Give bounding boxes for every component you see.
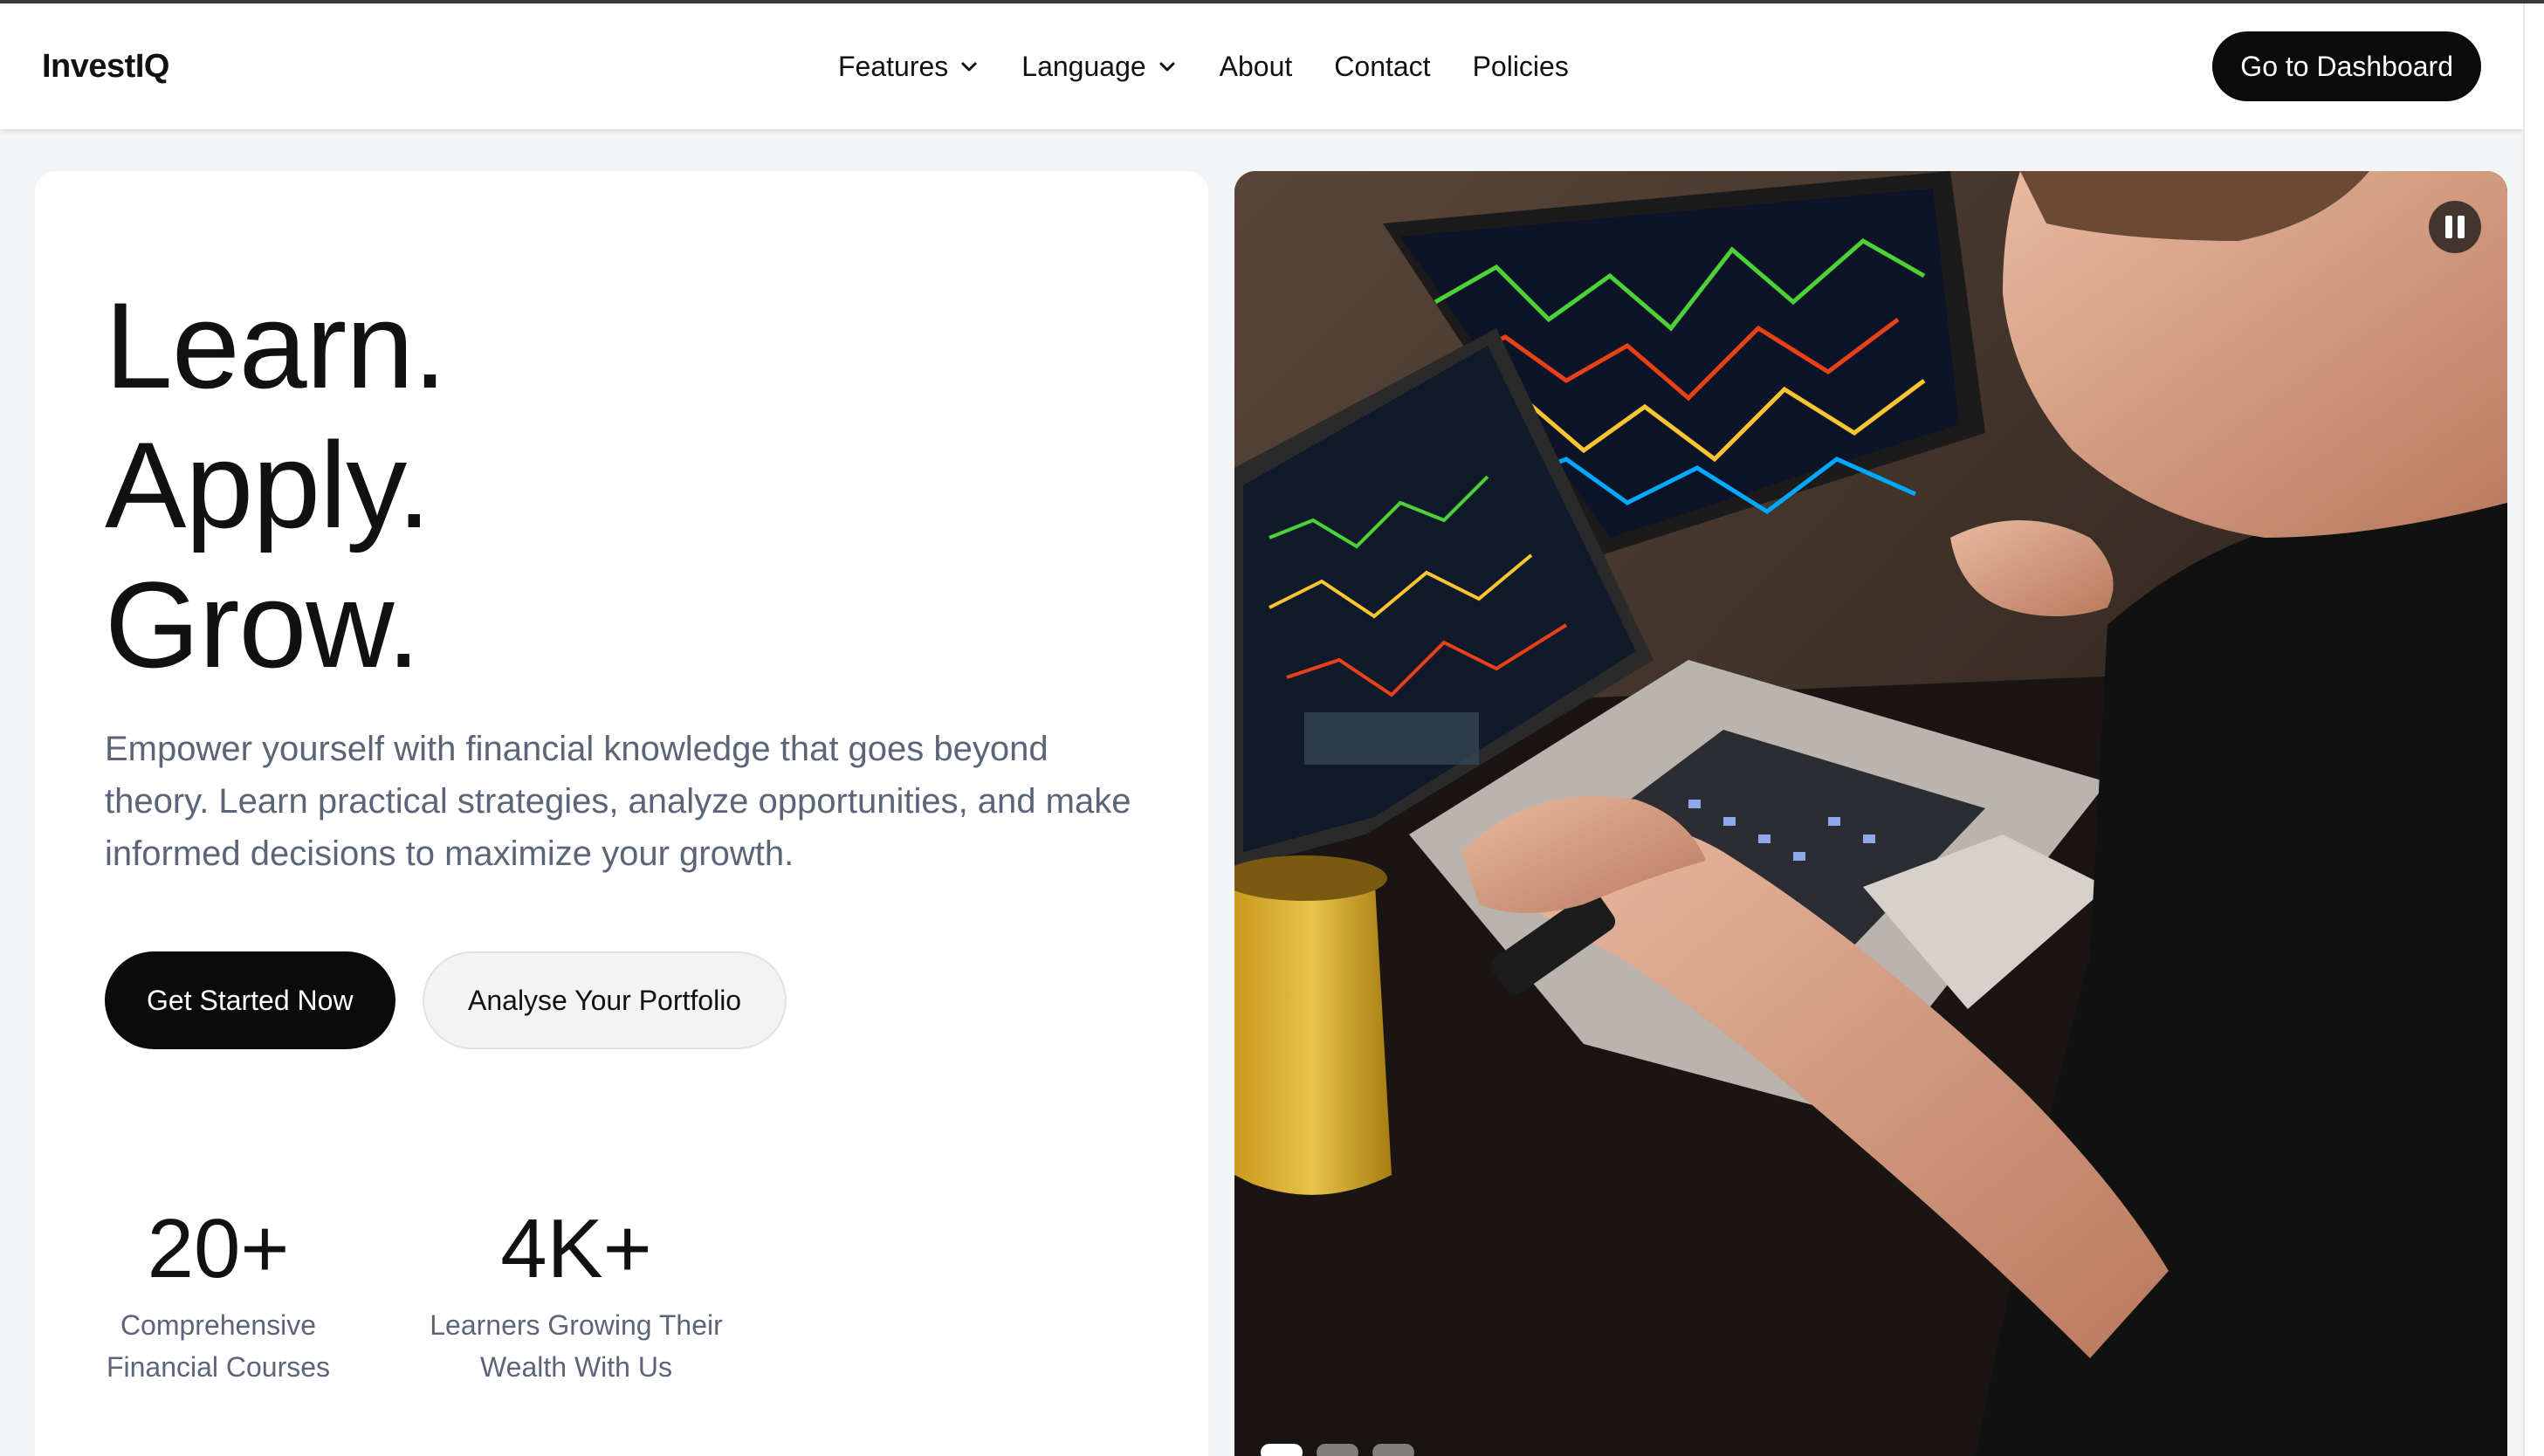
hero-carousel	[1234, 171, 2507, 1456]
stat-learners: 4K+ Learners Growing Their Wealth With U…	[402, 1201, 751, 1388]
headline-line-apply: Apply.	[105, 416, 431, 553]
nav-item-label: Policies	[1472, 50, 1569, 82]
headline-line-grow: Grow.	[105, 556, 421, 693]
hero-card: Learn. Apply. Grow. Empower yourself wit…	[35, 171, 1208, 1456]
top-navbar: InvestIQ Features Language About Contact…	[0, 3, 2523, 129]
carousel-dot-2[interactable]	[1317, 1444, 1358, 1456]
nav-item-policies[interactable]: Policies	[1473, 51, 1569, 83]
stat-label: Comprehensive Financial Courses	[105, 1304, 332, 1388]
hero-description: Empower yourself with financial knowledg…	[105, 730, 1131, 873]
hero-headline: Learn. Apply. Grow.	[105, 276, 447, 695]
pause-icon-bar	[2458, 216, 2465, 238]
page-scrollbar[interactable]	[2523, 3, 2544, 1456]
stat-label-line: Comprehensive	[120, 1309, 317, 1341]
pause-button[interactable]	[2429, 201, 2481, 253]
hero-photo-trader	[1234, 171, 2507, 1456]
main-nav: Features Language About Contact Policies	[838, 3, 1569, 129]
go-to-dashboard-button[interactable]: Go to Dashboard	[2212, 31, 2481, 101]
stat-label-line: Financial Courses	[106, 1351, 331, 1383]
nav-item-label: Contact	[1334, 50, 1431, 82]
pause-icon	[2445, 216, 2452, 238]
stat-label: Learners Growing Their Wealth With Us	[402, 1304, 751, 1388]
nav-item-label: About	[1219, 50, 1293, 82]
nav-item-about[interactable]: About	[1220, 51, 1293, 83]
get-started-button[interactable]: Get Started Now	[105, 951, 395, 1049]
stat-value: 4K+	[500, 1202, 652, 1295]
nav-item-label: Language	[1021, 50, 1146, 82]
analyse-portfolio-button[interactable]: Analyse Your Portfolio	[423, 951, 787, 1049]
nav-item-features[interactable]: Features	[838, 51, 980, 83]
stat-label-line: Learners Growing Their	[430, 1309, 723, 1341]
browser-viewport: InvestIQ Features Language About Contact…	[0, 0, 2544, 1456]
stat-value: 20+	[147, 1202, 290, 1295]
nav-item-contact[interactable]: Contact	[1334, 51, 1430, 83]
chevron-down-icon	[961, 62, 977, 72]
stat-courses: 20+ Comprehensive Financial Courses	[105, 1201, 332, 1388]
carousel-indicators	[1261, 1444, 1414, 1456]
brand-logo[interactable]: InvestIQ	[42, 48, 169, 86]
nav-item-language[interactable]: Language	[1021, 51, 1177, 83]
carousel-dot-1[interactable]	[1261, 1444, 1303, 1456]
carousel-dot-3[interactable]	[1372, 1444, 1414, 1456]
stat-label-line: Wealth With Us	[480, 1351, 672, 1383]
chevron-down-icon	[1159, 62, 1175, 72]
headline-line-learn: Learn.	[105, 277, 447, 414]
nav-item-label: Features	[838, 50, 949, 82]
